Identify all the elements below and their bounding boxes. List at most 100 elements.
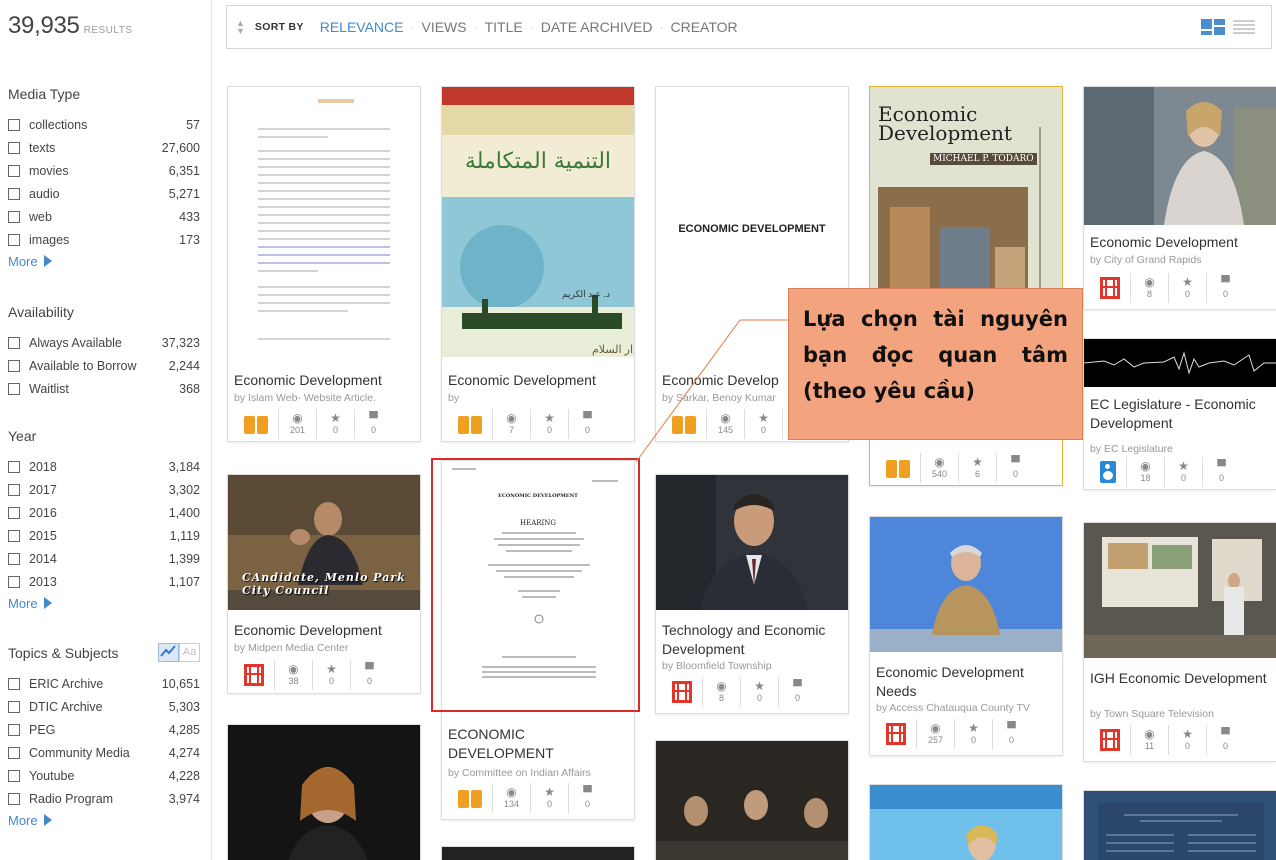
checkbox[interactable] <box>8 483 20 496</box>
checkbox[interactable] <box>8 210 20 223</box>
facet-option[interactable]: images 173 <box>8 228 200 251</box>
text-toggle-button[interactable]: Aa <box>179 643 200 662</box>
facet-option[interactable]: ERIC Archive 10,651 <box>8 672 200 695</box>
checkbox[interactable] <box>8 552 20 565</box>
card-creator[interactable]: by Midpen Media Center <box>234 642 416 654</box>
list-view-icon[interactable] <box>1233 19 1255 35</box>
result-card[interactable] <box>1083 790 1276 860</box>
movies-icon <box>886 723 906 745</box>
facet-option[interactable]: Community Media 4,274 <box>8 741 200 764</box>
sort-title[interactable]: TITLE <box>485 19 523 35</box>
card-title[interactable]: ECONOMIC DEVELOPMENT <box>448 725 630 763</box>
checkbox[interactable] <box>8 359 20 372</box>
facet-option[interactable]: 2017 3,302 <box>8 478 200 501</box>
result-card[interactable]: Economic Development by City of Grand Ra… <box>1083 86 1276 310</box>
facet-option[interactable]: 2016 1,400 <box>8 501 200 524</box>
facet-option[interactable]: web 433 <box>8 205 200 228</box>
card-title[interactable]: Economic Development <box>234 621 416 640</box>
checkbox[interactable] <box>8 164 20 177</box>
facet-option[interactable]: Radio Program 3,974 <box>8 787 200 810</box>
facet-option[interactable]: 2013 1,107 <box>8 570 200 593</box>
card-creator[interactable]: by Bloomfield Township <box>662 660 844 672</box>
card-title[interactable]: Economic Development <box>234 371 416 390</box>
facet-option[interactable]: texts 27,600 <box>8 136 200 159</box>
card-title[interactable]: Technology and Economic Development <box>662 621 844 659</box>
facet-option[interactable]: Youtube 4,228 <box>8 764 200 787</box>
checkbox[interactable] <box>8 187 20 200</box>
card-title[interactable]: Economic Development Needs <box>876 663 1058 701</box>
facet-option[interactable]: PEG 4,285 <box>8 718 200 741</box>
facet-option[interactable]: 2014 1,399 <box>8 547 200 570</box>
texts-icon <box>458 416 482 434</box>
checkbox[interactable] <box>8 529 20 542</box>
chart-text-toggle[interactable]: Aa <box>158 643 200 662</box>
result-card[interactable] <box>441 846 635 860</box>
checkbox[interactable] <box>8 460 20 473</box>
sort-date-archived[interactable]: DATE ARCHIVED <box>541 19 653 35</box>
card-title[interactable]: EC Legislature - Economic Development <box>1090 395 1272 433</box>
result-card[interactable]: Economic Development by Islam Web- Websi… <box>227 86 421 442</box>
facet-option[interactable]: DTIC Archive 5,303 <box>8 695 200 718</box>
views-count: 145 <box>717 425 734 435</box>
checkbox[interactable] <box>8 769 20 782</box>
more-link[interactable]: More <box>8 810 200 830</box>
facet-option[interactable]: 2015 1,119 <box>8 524 200 547</box>
checkbox[interactable] <box>8 336 20 349</box>
card-creator[interactable]: by Town Square Television <box>1090 708 1272 720</box>
facet-option[interactable]: collections 57 <box>8 113 200 136</box>
sort-relevance[interactable]: RELEVANCE <box>320 19 404 35</box>
card-creator[interactable]: by <box>448 392 630 404</box>
texts-icon <box>244 416 268 434</box>
card-title[interactable]: Economic Development <box>448 371 630 390</box>
facet-option[interactable]: 2018 3,184 <box>8 455 200 478</box>
result-card[interactable]: ECONOMIC DEVELOPMENT HEARING ECONOMIC DE… <box>441 460 635 820</box>
checkbox[interactable] <box>8 700 20 713</box>
facet-option-label: Youtube <box>29 768 75 783</box>
card-title[interactable]: IGH Economic Development <box>1090 669 1272 688</box>
facet-option[interactable]: audio 5,271 <box>8 182 200 205</box>
result-card[interactable]: دار السلام د. عبد الكريم التنمية المتكام… <box>441 86 635 442</box>
result-card[interactable]: IGH Economic Development by Town Square … <box>1083 522 1276 762</box>
checkbox[interactable] <box>8 677 20 690</box>
checkbox[interactable] <box>8 118 20 131</box>
checkbox[interactable] <box>8 575 20 588</box>
result-card[interactable]: Technology and Economic Development by B… <box>655 474 849 714</box>
checkbox[interactable] <box>8 723 20 736</box>
checkbox[interactable] <box>8 506 20 519</box>
card-creator[interactable]: by Islam Web- Website Article. <box>234 392 416 404</box>
card-title[interactable]: Economic Development <box>1090 233 1272 252</box>
more-link[interactable]: More <box>8 251 200 271</box>
sort-views[interactable]: VIEWS <box>421 19 466 35</box>
reviews-stat: ▀0 <box>1206 725 1244 755</box>
more-link[interactable]: More <box>8 593 200 613</box>
facet-option-count: 1,399 <box>168 551 200 566</box>
checkbox[interactable] <box>8 382 20 395</box>
card-creator[interactable]: by EC Legislature <box>1090 443 1272 455</box>
card-creator[interactable]: by Committee on Indian Affairs <box>448 767 630 779</box>
facet-option[interactable]: Waitlist 368 <box>8 377 200 400</box>
result-card[interactable]: EC Legislature - Economic Development by… <box>1083 338 1276 490</box>
checkbox[interactable] <box>8 233 20 246</box>
result-card[interactable] <box>869 784 1063 860</box>
comment-icon: ▀ <box>1007 721 1016 735</box>
result-card[interactable]: Economic Development Needs by Access Cha… <box>869 516 1063 756</box>
facet-option[interactable]: movies 6,351 <box>8 159 200 182</box>
checkbox[interactable] <box>8 792 20 805</box>
chart-toggle-icon[interactable] <box>158 643 179 662</box>
facet-option[interactable]: Always Available 37,323 <box>8 331 200 354</box>
video-thumbnail <box>1084 87 1276 225</box>
card-creator[interactable]: by Access Chatauqua County TV <box>876 702 1058 714</box>
card-creator[interactable]: by City of Grand Rapids <box>1090 254 1272 266</box>
checkbox[interactable] <box>8 746 20 759</box>
facet-option[interactable]: Available to Borrow 2,244 <box>8 354 200 377</box>
star-icon: ★ <box>754 679 765 693</box>
reviews-stat: ▀0 <box>1206 273 1244 303</box>
sort-creator[interactable]: CREATOR <box>671 19 738 35</box>
favorites-count: 6 <box>974 469 980 479</box>
result-card[interactable] <box>655 740 849 860</box>
checkbox[interactable] <box>8 141 20 154</box>
result-card[interactable]: CAndidate, Menlo Park City Council Econom… <box>227 474 421 694</box>
reviews-stat: ▀0 <box>778 677 816 707</box>
result-card[interactable] <box>227 724 421 860</box>
tile-view-icon[interactable] <box>1201 19 1225 35</box>
